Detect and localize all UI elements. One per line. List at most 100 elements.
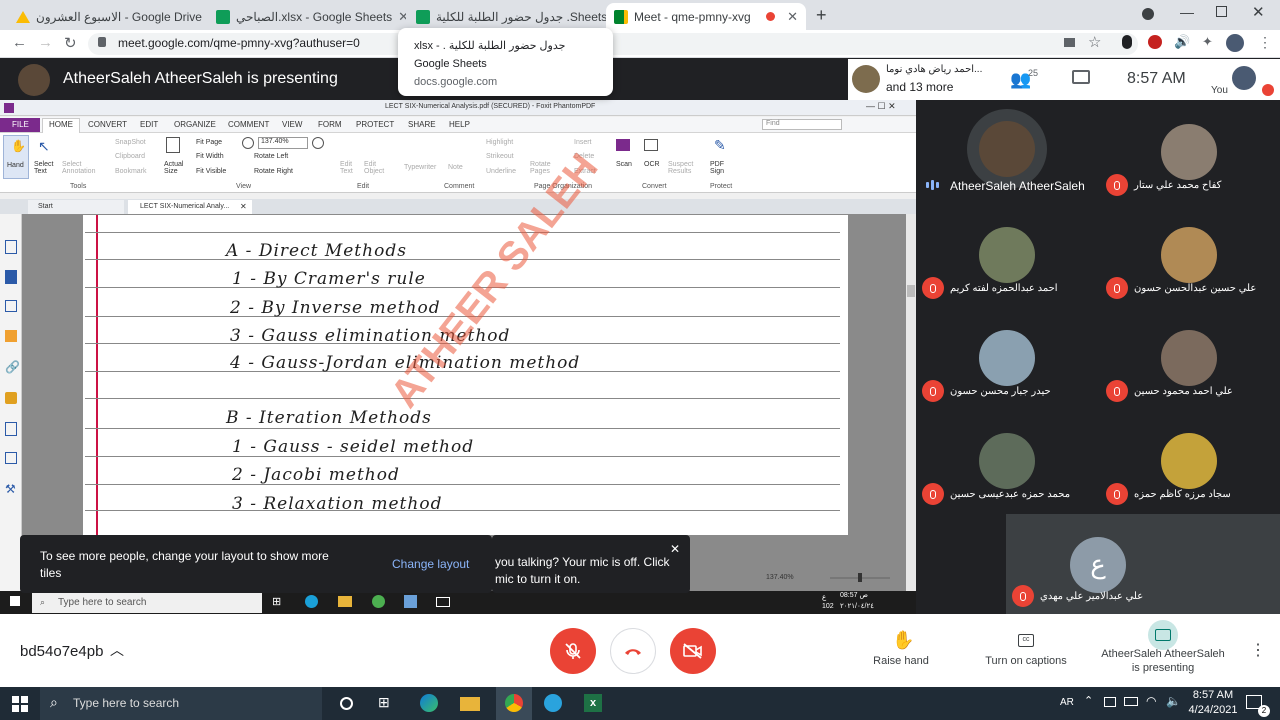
rotate-left-button[interactable]: Rotate Left [254, 153, 288, 160]
hand-tool-button[interactable]: ✋ Hand [3, 135, 29, 179]
fit-width-button[interactable]: Fit Width [196, 153, 224, 160]
highlight-button[interactable]: Highlight [486, 139, 513, 146]
snapshot-button[interactable]: SnapShot [115, 139, 146, 146]
puzzle-icon[interactable]: ✦ [1202, 34, 1213, 50]
taskbar-language[interactable]: AR [1060, 697, 1074, 708]
note-button[interactable]: Note [448, 164, 463, 171]
file-explorer-icon[interactable] [460, 697, 480, 711]
captions-icon[interactable]: cc [1018, 634, 1034, 647]
ocr-button[interactable]: OCR [644, 161, 660, 168]
taskbar-search-box[interactable]: ⌕ Type here to search [40, 687, 322, 720]
tray-icon[interactable] [1104, 697, 1116, 707]
mail-icon[interactable] [436, 597, 450, 607]
forward-arrow-icon[interactable]: → [38, 34, 53, 51]
star-icon[interactable]: ☆ [1088, 33, 1101, 51]
security-lock-icon[interactable] [5, 392, 17, 404]
menu-protect[interactable]: PROTECT [356, 120, 394, 132]
attachment-icon[interactable]: 🔗 [5, 360, 20, 374]
close-icon[interactable]: ✕ [398, 9, 406, 25]
more-options-icon[interactable]: ⋮ [1250, 640, 1266, 660]
hand-icon[interactable]: ✋ [892, 630, 914, 651]
new-tab-button[interactable]: + [816, 5, 827, 26]
edit-text-button[interactable]: Edit Text [340, 161, 358, 175]
mic-toggle-button[interactable] [550, 628, 596, 674]
bookmark-button[interactable]: Bookmark [115, 168, 147, 175]
underline-button[interactable]: Underline [486, 168, 516, 175]
signatures-icon[interactable] [5, 422, 17, 436]
cortana-icon[interactable] [340, 697, 353, 710]
chat-icon[interactable] [1072, 70, 1090, 84]
suspect-results-button[interactable]: Suspect Results [668, 161, 698, 175]
fit-page-button[interactable]: Fit Page [196, 139, 222, 146]
chrome-icon[interactable] [372, 595, 385, 608]
task-view-icon[interactable]: ⊞ [272, 595, 281, 608]
extension-icon[interactable] [1148, 35, 1162, 49]
windows-start-icon[interactable] [12, 696, 28, 712]
close-icon[interactable]: ✕ [670, 541, 680, 558]
bookmark-panel-icon[interactable] [5, 270, 17, 284]
present-button[interactable] [1148, 620, 1178, 650]
pdf-find-input[interactable]: Find [762, 119, 842, 130]
maximize-button[interactable] [1216, 6, 1227, 17]
scroll-thumb[interactable] [907, 285, 915, 297]
doc-tab-lecture[interactable]: LECT SIX-Numerical Analy... ✕ [128, 200, 252, 214]
back-arrow-icon[interactable]: ← [12, 34, 27, 51]
taskbar-time[interactable]: 8:57 AM [1188, 689, 1238, 701]
pdf-window-controls[interactable]: — ☐ ✕ [866, 101, 896, 112]
profile-dot-icon[interactable] [1142, 8, 1154, 20]
typewriter-button[interactable]: Typewriter [404, 164, 436, 171]
menu-form[interactable]: FORM [318, 120, 342, 132]
select-annotation-button[interactable]: Select Annotation [62, 161, 96, 175]
zoom-in-icon[interactable] [312, 137, 324, 149]
camera-icon[interactable] [1064, 38, 1075, 47]
chevron-up-icon[interactable]: ︿ [110, 640, 124, 660]
edge-icon[interactable] [305, 595, 318, 608]
close-icon[interactable]: ✕ [240, 202, 247, 211]
actual-size-button[interactable]: Actual Size [164, 161, 184, 175]
close-icon[interactable]: ✕ [787, 9, 798, 25]
select-text-button[interactable]: Select Text [34, 161, 56, 175]
taskbar-chrome-active[interactable] [496, 687, 532, 720]
speaker-icon[interactable]: 🔊 [1174, 34, 1190, 50]
inner-start-icon[interactable] [10, 596, 20, 606]
tab-google-sheets-1[interactable]: الصباحي.xlsx - Google Sheets ✕ [208, 3, 406, 30]
strikeout-button[interactable]: Strikeout [486, 153, 514, 160]
tab-google-meet[interactable]: Meet - qme-pmny-xvg ✕ [606, 3, 806, 30]
raise-hand-label[interactable]: Raise hand [866, 655, 936, 667]
insert-button[interactable]: Insert [574, 139, 592, 146]
minimize-button[interactable]: — [1180, 4, 1194, 20]
store-icon[interactable] [404, 595, 417, 608]
layers-icon[interactable] [5, 300, 17, 312]
zoom-out-icon[interactable] [242, 137, 254, 149]
rotate-right-button[interactable]: Rotate Right [254, 168, 293, 175]
change-layout-button[interactable]: Change layout [392, 556, 469, 573]
inner-search-box[interactable]: Type here to search [32, 592, 262, 613]
meeting-code[interactable]: bd54o7e4pb [20, 643, 103, 660]
camera-toggle-button[interactable] [670, 628, 716, 674]
volume-icon[interactable]: 🔈 [1166, 694, 1181, 708]
menu-file[interactable]: FILE [12, 120, 29, 132]
menu-convert[interactable]: CONVERT [88, 120, 127, 132]
clipboard-button[interactable]: Clipboard [115, 153, 145, 160]
taskbar-date[interactable]: 4/24/2021 [1184, 704, 1242, 716]
profile-avatar[interactable] [1226, 34, 1244, 52]
battery-icon[interactable] [1124, 697, 1138, 706]
menu-home[interactable]: HOME [49, 120, 73, 132]
pages-icon[interactable] [5, 240, 17, 254]
tools-icon[interactable]: ⚒ [5, 482, 16, 496]
scan-button[interactable]: Scan [616, 161, 632, 168]
menu-organize[interactable]: ORGANIZE [174, 120, 216, 132]
menu-share[interactable]: SHARE [408, 120, 436, 132]
menu-comment[interactable]: COMMENT [228, 120, 269, 132]
menu-help[interactable]: HELP [449, 120, 470, 132]
content-icon[interactable] [5, 452, 17, 464]
mic-extension-icon[interactable] [1122, 35, 1132, 49]
doc-tab-start[interactable]: Start [28, 200, 124, 214]
task-view-icon[interactable]: ⊞ [378, 694, 390, 711]
chevron-up-icon[interactable]: ⌃ [1084, 694, 1093, 707]
reload-icon[interactable]: ↻ [64, 34, 77, 52]
file-explorer-icon[interactable] [338, 596, 352, 607]
tab-google-drive[interactable]: الاسبوع العشرون - Google Drive ✕ [8, 3, 206, 30]
leave-call-button[interactable] [610, 628, 656, 674]
kebab-menu-icon[interactable]: ⋮ [1258, 34, 1272, 51]
